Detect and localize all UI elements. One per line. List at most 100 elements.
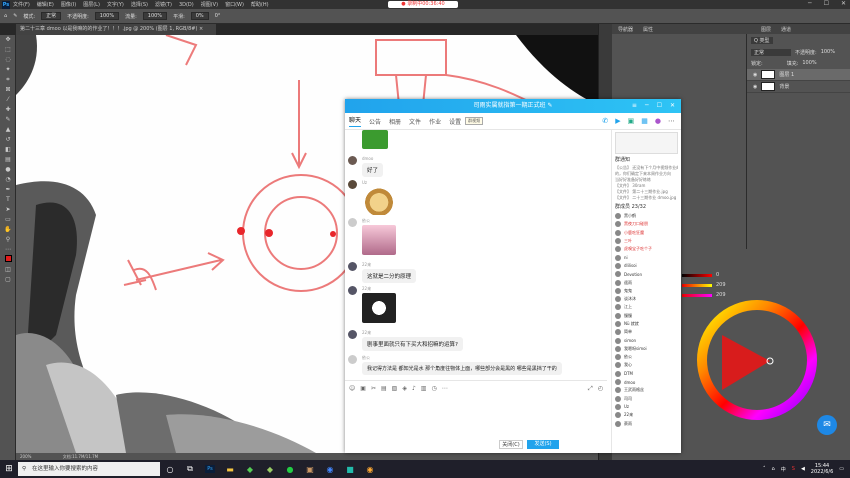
eraser-tool-icon[interactable]: ◧	[0, 145, 16, 155]
member-row[interactable]: ni	[615, 253, 678, 261]
member-row[interactable]: 22来	[615, 411, 678, 419]
file-explorer-icon[interactable]: ▬	[220, 460, 240, 478]
member-row[interactable]: 蔡雨	[615, 419, 678, 427]
color-wheel[interactable]	[692, 295, 822, 425]
taskbar-search[interactable]: ⚲ 在这里输入你要搜索的内容	[18, 462, 160, 476]
layer-row[interactable]: ◉ 图层 1	[747, 69, 850, 81]
cortana-icon[interactable]: ○	[160, 460, 180, 478]
avatar[interactable]	[348, 262, 357, 271]
anime-sticker[interactable]	[362, 225, 396, 255]
gradient-tool-icon[interactable]: ▤	[0, 155, 16, 165]
history-icon[interactable]: ◷	[431, 385, 436, 393]
tab-chat[interactable]: 聊天	[349, 115, 362, 127]
shared-image-thumb[interactable]	[615, 132, 678, 154]
image-icon[interactable]: ▧	[392, 385, 398, 393]
help-chat-icon[interactable]: ✉	[817, 415, 837, 435]
smooth-input[interactable]: 0%	[190, 12, 209, 20]
tab-properties[interactable]: 属性	[643, 26, 653, 33]
mode-select[interactable]: 正常	[41, 12, 62, 20]
task-view-icon[interactable]: ⧉	[180, 460, 200, 478]
file-transfer-icon[interactable]: ▦	[641, 117, 648, 125]
member-row[interactable]: Nü 就就	[615, 320, 678, 328]
chat-maximize-icon[interactable]: ☐	[657, 99, 662, 113]
healing-tool-icon[interactable]: ✚	[0, 105, 16, 115]
pen-tool-icon[interactable]: ✒	[0, 185, 16, 195]
doge-sticker[interactable]	[362, 187, 396, 215]
volume-icon[interactable]: ◀	[801, 466, 805, 472]
video-icon[interactable]: ▶	[615, 117, 620, 125]
app-icon[interactable]: ▣	[300, 460, 320, 478]
meme-sticker[interactable]	[362, 293, 396, 323]
member-row[interactable]: 三叶	[615, 237, 678, 245]
blur-tool-icon[interactable]: ●	[0, 165, 16, 175]
recording-badge[interactable]: ● 录制中00:36:40	[388, 1, 458, 8]
tab-layers[interactable]: 图层	[761, 26, 771, 33]
stamp-tool-icon[interactable]: ▲	[0, 125, 16, 135]
menu-file[interactable]: 文件(F)	[13, 1, 30, 8]
brush-tool-icon[interactable]: ✎	[13, 13, 17, 19]
clock-icon[interactable]: ◴	[598, 385, 603, 393]
member-row[interactable]: 我心	[615, 361, 678, 369]
app-icon[interactable]: ◆	[240, 460, 260, 478]
member-row[interactable]: dlilisoi	[615, 262, 678, 270]
frame-tool-icon[interactable]: ⊠	[0, 85, 16, 95]
screen-share-icon[interactable]: ▣	[628, 117, 635, 125]
home-icon[interactable]: ⌂	[4, 13, 7, 19]
menu-image[interactable]: 图像(I)	[61, 1, 76, 8]
eye-icon[interactable]: ◉	[753, 84, 757, 90]
menu-view[interactable]: 视图(V)	[201, 1, 218, 8]
menu-select[interactable]: 选择(S)	[131, 1, 148, 8]
flow-input[interactable]: 100%	[142, 12, 168, 20]
slider-value[interactable]: 209	[716, 282, 726, 288]
notice-line[interactable]: 【文件】 二十三期作业 dmoo.jpg	[615, 195, 678, 201]
close-button[interactable]: 关闭(C)	[499, 440, 523, 449]
eyedropper-tool-icon[interactable]: ⁄	[0, 95, 16, 105]
more-tools-icon[interactable]: ⋯	[442, 385, 448, 393]
angle-value[interactable]: 0°	[215, 13, 221, 19]
member-row[interactable]: 慢慢	[615, 312, 678, 320]
member-row[interactable]: 遥雨	[615, 278, 678, 286]
hand-tool-icon[interactable]: ✋	[0, 225, 16, 235]
avatar[interactable]	[348, 156, 357, 165]
send-button[interactable]: 发送(S)	[527, 440, 559, 449]
brush-icon[interactable]: ✎	[0, 115, 16, 125]
history-brush-icon[interactable]: ↺	[0, 135, 16, 145]
member-row[interactable]: 谈沐沐	[615, 295, 678, 303]
member-row[interactable]: 虎嗅宝子吃个子	[615, 245, 678, 253]
sticker-image[interactable]	[362, 130, 388, 149]
menu-edit[interactable]: 编辑(E)	[37, 1, 54, 8]
member-row[interactable]: Devotion	[615, 270, 678, 278]
expand-icon[interactable]: ⤢	[588, 385, 593, 393]
member-row[interactable]: 黑小鹤	[615, 212, 678, 220]
member-row[interactable]: 简单	[615, 328, 678, 336]
chat-menu-icon[interactable]: ≡	[632, 99, 637, 113]
document-tab[interactable]: 第二十三章 dmoo 以是我嘛的的作业了！！！.jpg @ 200% (图层 1…	[16, 24, 216, 35]
close-icon[interactable]: ✕	[841, 0, 846, 9]
magic-wand-tool-icon[interactable]: ✦	[0, 65, 16, 75]
phone-icon[interactable]: ✆	[602, 117, 608, 125]
tab-album[interactable]: 相册	[389, 117, 401, 126]
menu-filter[interactable]: 滤镜(T)	[155, 1, 172, 8]
zoom-level[interactable]: 200%	[20, 454, 31, 459]
tab-navigator[interactable]: 导航器	[618, 26, 633, 33]
layer-opacity-value[interactable]: 100%	[821, 49, 835, 56]
avatar[interactable]	[348, 355, 357, 364]
member-row[interactable]: 王武雨格丝	[615, 386, 678, 394]
shared-images[interactable]	[615, 132, 678, 154]
blend-mode-select[interactable]: 正常	[751, 49, 791, 56]
maximize-icon[interactable]: ☐	[824, 0, 829, 9]
tab-channels[interactable]: 通道	[781, 26, 791, 33]
member-row[interactable]: Uz	[615, 403, 678, 411]
menu-3d[interactable]: 3D(D)	[179, 2, 194, 8]
member-row[interactable]: simon	[615, 336, 678, 344]
folder-icon[interactable]: ▤	[381, 385, 387, 393]
photoshop-taskbar-icon[interactable]: Ps	[200, 460, 220, 478]
menu-layer[interactable]: 图层(L)	[83, 1, 100, 8]
lasso-tool-icon[interactable]: ◌	[0, 55, 16, 65]
opacity-input[interactable]: 100%	[94, 12, 120, 20]
chrome-icon[interactable]: ◉	[360, 460, 380, 478]
tab-settings[interactable]: 设置	[449, 117, 461, 126]
move-tool-icon[interactable]: ✥	[0, 35, 16, 45]
crop-tool-icon[interactable]: ⌗	[0, 75, 16, 85]
screen-mode-icon[interactable]: ▢	[0, 275, 16, 285]
